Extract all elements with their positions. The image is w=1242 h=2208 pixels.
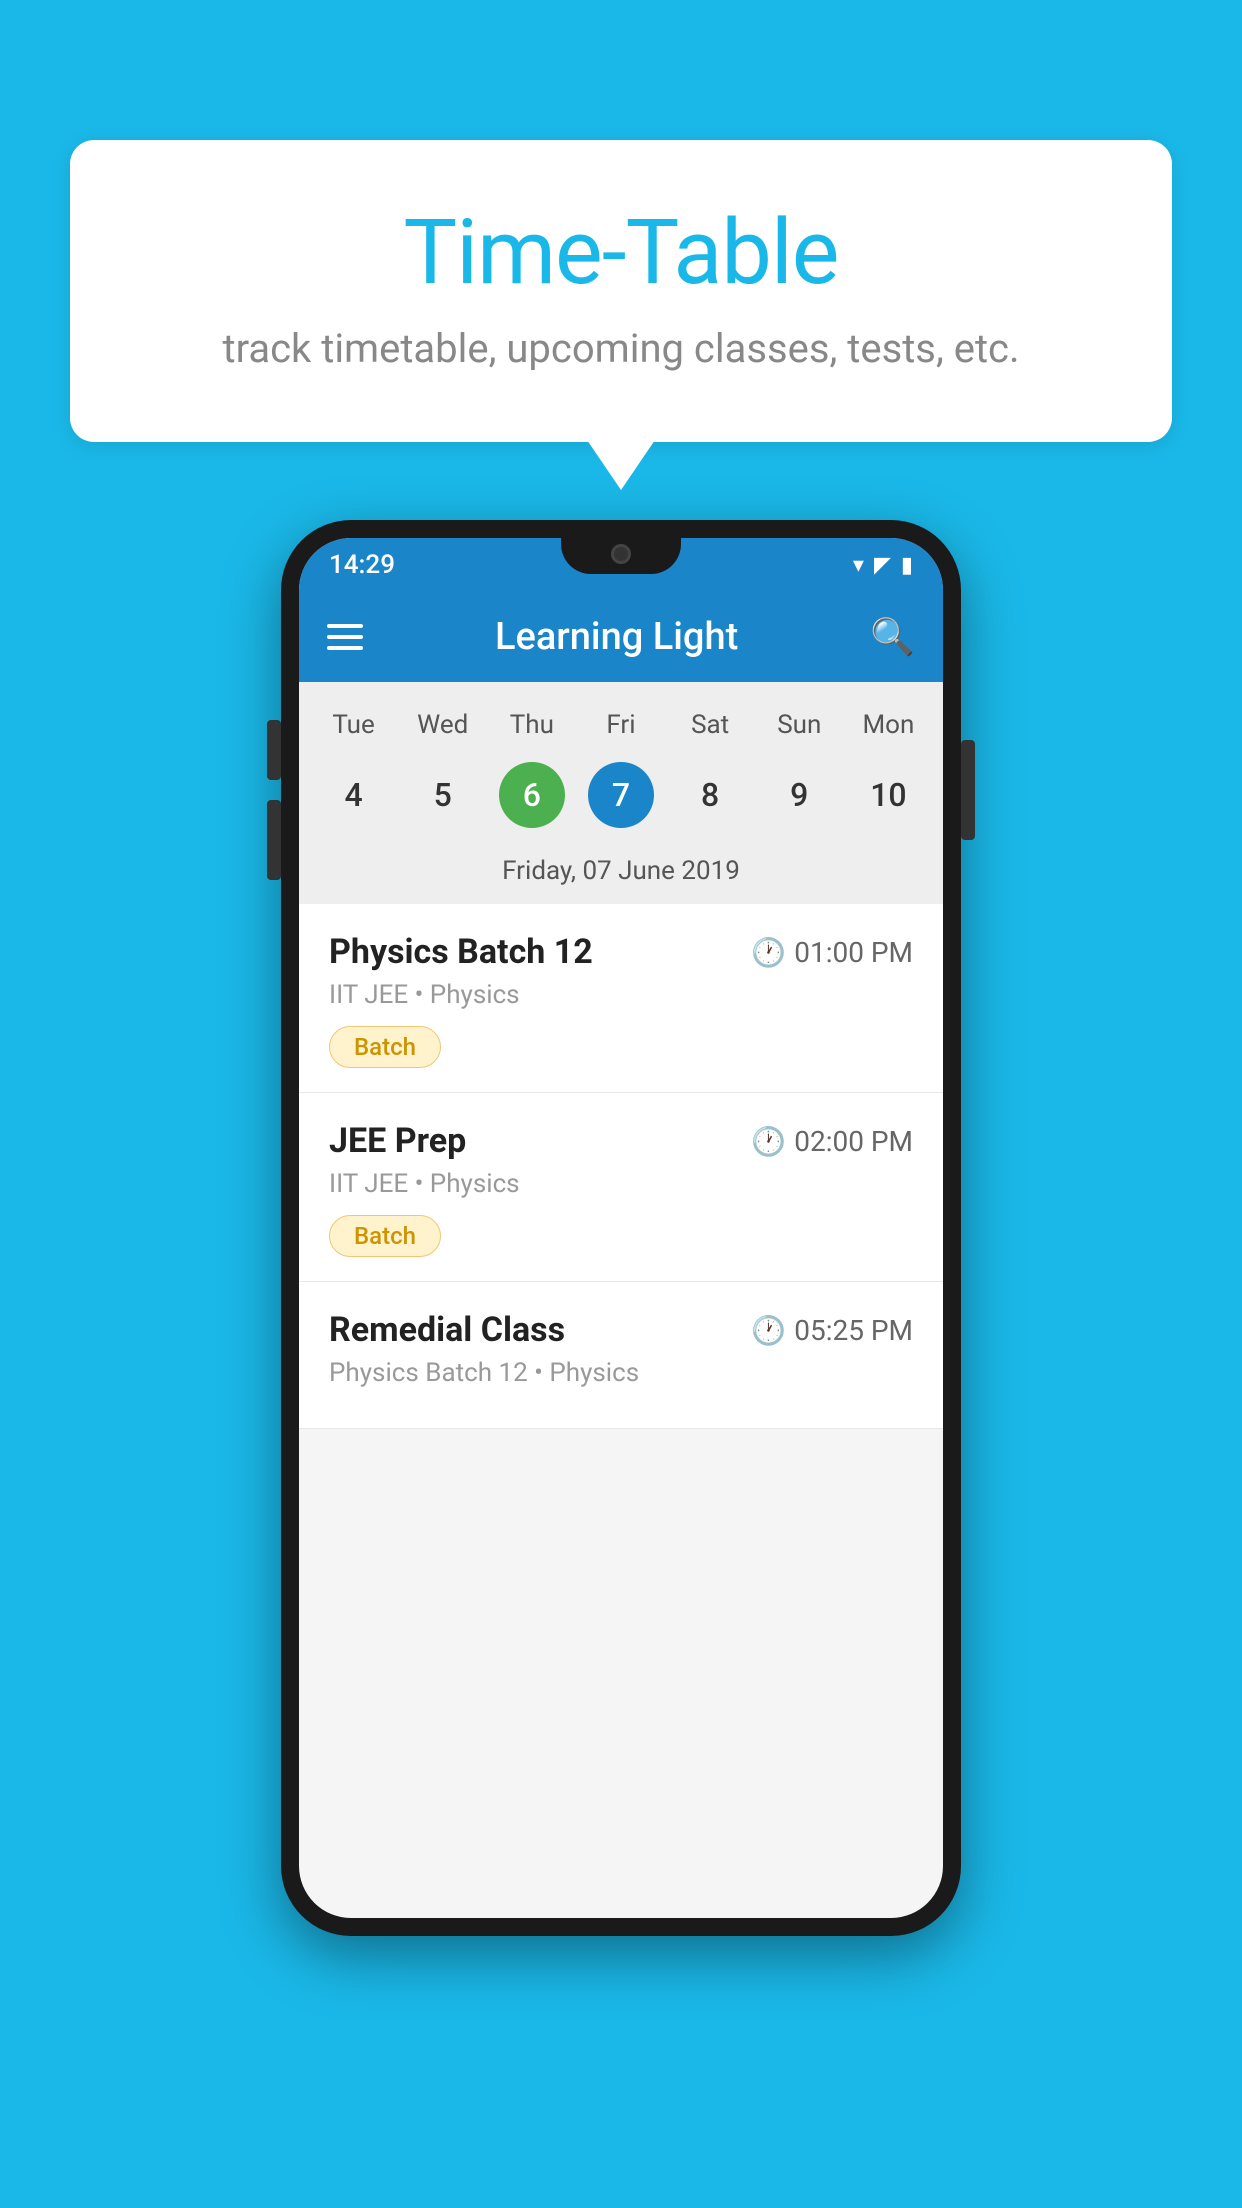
day-fri: Fri (576, 702, 665, 748)
battery-icon: ▮ (901, 553, 913, 578)
schedule-title-3: Remedial Class (329, 1310, 565, 1350)
calendar-days-header: Tue Wed Thu Fri Sat Sun Mon (299, 702, 943, 748)
schedule-item-header-1: Physics Batch 12 🕐 01:00 PM (329, 932, 913, 972)
search-icon[interactable]: 🔍 (870, 616, 915, 658)
schedule-time-2: 🕐 02:00 PM (751, 1125, 913, 1158)
date-8[interactable]: 8 (666, 756, 755, 834)
schedule-time-value-1: 01:00 PM (794, 936, 913, 969)
phone-screen: 14:29 ▾ ◤ ▮ Learning Light 🔍 (299, 538, 943, 1918)
schedule-time-value-3: 05:25 PM (794, 1314, 913, 1347)
app-title: Learning Light (363, 615, 870, 659)
speech-bubble-container: Time-Table track timetable, upcoming cla… (70, 140, 1172, 442)
volume-up-button[interactable] (267, 720, 281, 780)
calendar-dates: 4 5 6 7 8 9 (299, 756, 943, 834)
day-mon: Mon (844, 702, 933, 748)
date-circle-6-today: 6 (499, 762, 565, 828)
date-10[interactable]: 10 (844, 756, 933, 834)
schedule-time-value-2: 02:00 PM (794, 1125, 913, 1158)
status-icons: ▾ ◤ ▮ (853, 553, 913, 578)
schedule-time-3: 🕐 05:25 PM (751, 1314, 913, 1347)
phone-container: 14:29 ▾ ◤ ▮ Learning Light 🔍 (281, 520, 961, 1936)
clock-icon-3: 🕐 (751, 1314, 786, 1347)
day-wed: Wed (398, 702, 487, 748)
batch-badge-1: Batch (329, 1026, 441, 1068)
batch-badge-2: Batch (329, 1215, 441, 1257)
schedule-item-physics[interactable]: Physics Batch 12 🕐 01:00 PM IIT JEE • Ph… (299, 904, 943, 1093)
schedule-subtitle-3: Physics Batch 12 • Physics (329, 1358, 913, 1388)
speech-bubble: Time-Table track timetable, upcoming cla… (70, 140, 1172, 442)
bubble-subtitle: track timetable, upcoming classes, tests… (150, 325, 1092, 372)
schedule-subtitle-2: IIT JEE • Physics (329, 1169, 913, 1199)
wifi-icon: ▾ (853, 553, 864, 578)
signal-icon: ◤ (874, 553, 891, 578)
day-tue: Tue (309, 702, 398, 748)
day-sun: Sun (755, 702, 844, 748)
schedule-item-remedial[interactable]: Remedial Class 🕐 05:25 PM Physics Batch … (299, 1282, 943, 1429)
clock-icon-1: 🕐 (751, 936, 786, 969)
clock-icon-2: 🕐 (751, 1125, 786, 1158)
schedule-item-header-2: JEE Prep 🕐 02:00 PM (329, 1121, 913, 1161)
calendar: Tue Wed Thu Fri Sat Sun Mon 4 5 (299, 682, 943, 904)
volume-down-button[interactable] (267, 800, 281, 880)
date-5[interactable]: 5 (398, 756, 487, 834)
schedule-title-1: Physics Batch 12 (329, 932, 593, 972)
phone: 14:29 ▾ ◤ ▮ Learning Light 🔍 (281, 520, 961, 1936)
schedule-list: Physics Batch 12 🕐 01:00 PM IIT JEE • Ph… (299, 904, 943, 1429)
status-time: 14:29 (329, 550, 395, 580)
date-circle-7-selected: 7 (588, 762, 654, 828)
date-circle-8: 8 (677, 762, 743, 828)
top-app-bar: Learning Light 🔍 (299, 592, 943, 682)
bubble-title: Time-Table (150, 200, 1092, 305)
date-9[interactable]: 9 (755, 756, 844, 834)
schedule-item-jee[interactable]: JEE Prep 🕐 02:00 PM IIT JEE • Physics Ba… (299, 1093, 943, 1282)
schedule-title-2: JEE Prep (329, 1121, 466, 1161)
menu-button[interactable] (327, 624, 363, 650)
selected-date-label: Friday, 07 June 2019 (299, 846, 943, 904)
date-4[interactable]: 4 (309, 756, 398, 834)
date-circle-9: 9 (766, 762, 832, 828)
date-circle-4: 4 (321, 762, 387, 828)
day-thu: Thu (487, 702, 576, 748)
schedule-subtitle-1: IIT JEE • Physics (329, 980, 913, 1010)
day-sat: Sat (666, 702, 755, 748)
date-6[interactable]: 6 (487, 756, 576, 834)
phone-camera (611, 544, 631, 564)
schedule-item-header-3: Remedial Class 🕐 05:25 PM (329, 1310, 913, 1350)
schedule-time-1: 🕐 01:00 PM (751, 936, 913, 969)
date-circle-10: 10 (855, 762, 921, 828)
date-circle-5: 5 (410, 762, 476, 828)
date-7[interactable]: 7 (576, 756, 665, 834)
power-button[interactable] (961, 740, 975, 840)
